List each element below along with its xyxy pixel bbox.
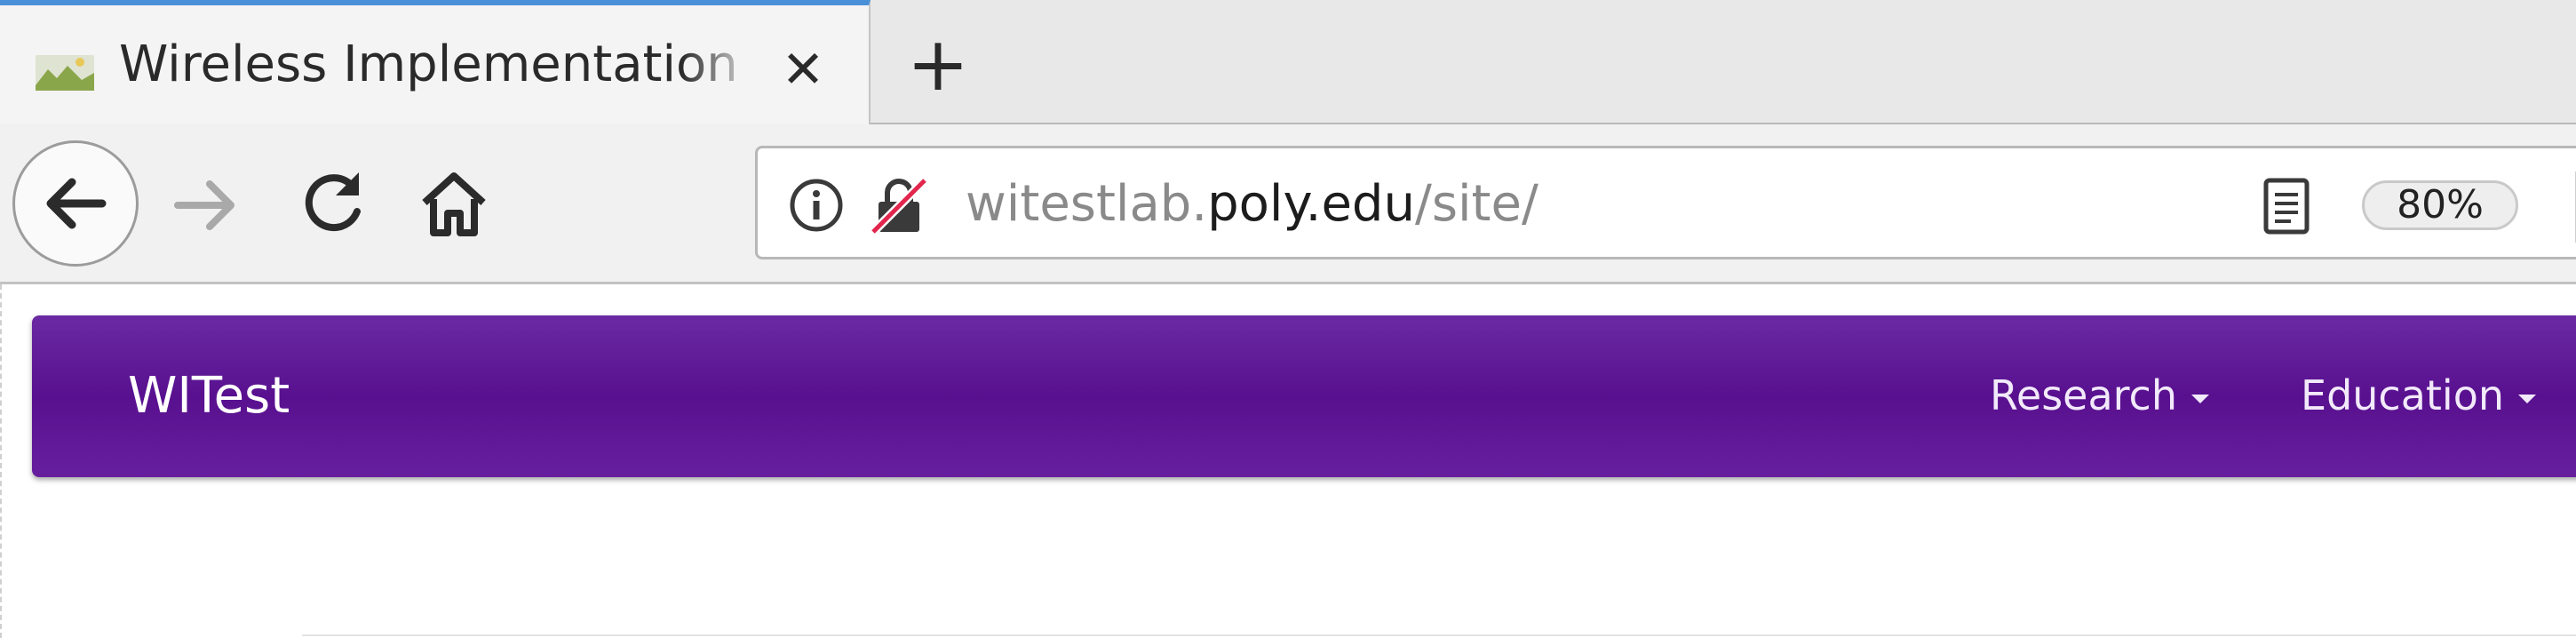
nav-item-education[interactable]: Education	[2301, 369, 2537, 422]
nav-item-research[interactable]: Research	[1990, 369, 2209, 422]
url-bar[interactable]: witestlab.poly.edu/site/ 80%	[755, 146, 2576, 259]
navigation-toolbar: witestlab.poly.edu/site/ 80%	[0, 124, 2576, 284]
insecure-lock-icon[interactable]	[868, 175, 930, 235]
plus-icon[interactable]: +	[897, 23, 979, 105]
site-brand-link[interactable]: WITest	[128, 365, 290, 427]
back-arrow-icon	[46, 178, 107, 229]
site-navbar: WITest Research Education	[32, 315, 2576, 477]
page-edge-divider	[0, 284, 2, 638]
back-button[interactable]	[12, 140, 139, 267]
nav-item-label: Research	[1990, 371, 2177, 419]
zoom-level-badge[interactable]: 80%	[2362, 180, 2518, 230]
url-domain: poly.edu	[1207, 175, 1415, 233]
reload-icon[interactable]	[293, 162, 373, 242]
landscape-favicon-icon	[34, 50, 96, 92]
url-prefix: witestlab.	[966, 175, 1208, 233]
reader-view-icon[interactable]	[2255, 175, 2318, 237]
tab-wireless-implementation[interactable]: Wireless Implementation ✕	[0, 0, 871, 124]
nav-item-label: Education	[2301, 371, 2505, 419]
tab-title: Wireless Implementation	[119, 36, 738, 93]
close-icon[interactable]: ✕	[776, 44, 830, 95]
caret-down-icon	[2518, 394, 2537, 403]
url-text[interactable]: witestlab.poly.edu/site/	[966, 173, 1538, 235]
tab-strip: Wireless Implementation ✕ +	[0, 0, 2576, 124]
caret-down-icon	[2191, 394, 2209, 403]
url-path: /site/	[1414, 175, 1538, 233]
home-icon[interactable]	[414, 163, 494, 243]
forward-arrow-icon[interactable]	[165, 165, 245, 245]
content-divider	[302, 634, 2576, 636]
info-icon[interactable]	[788, 177, 845, 234]
